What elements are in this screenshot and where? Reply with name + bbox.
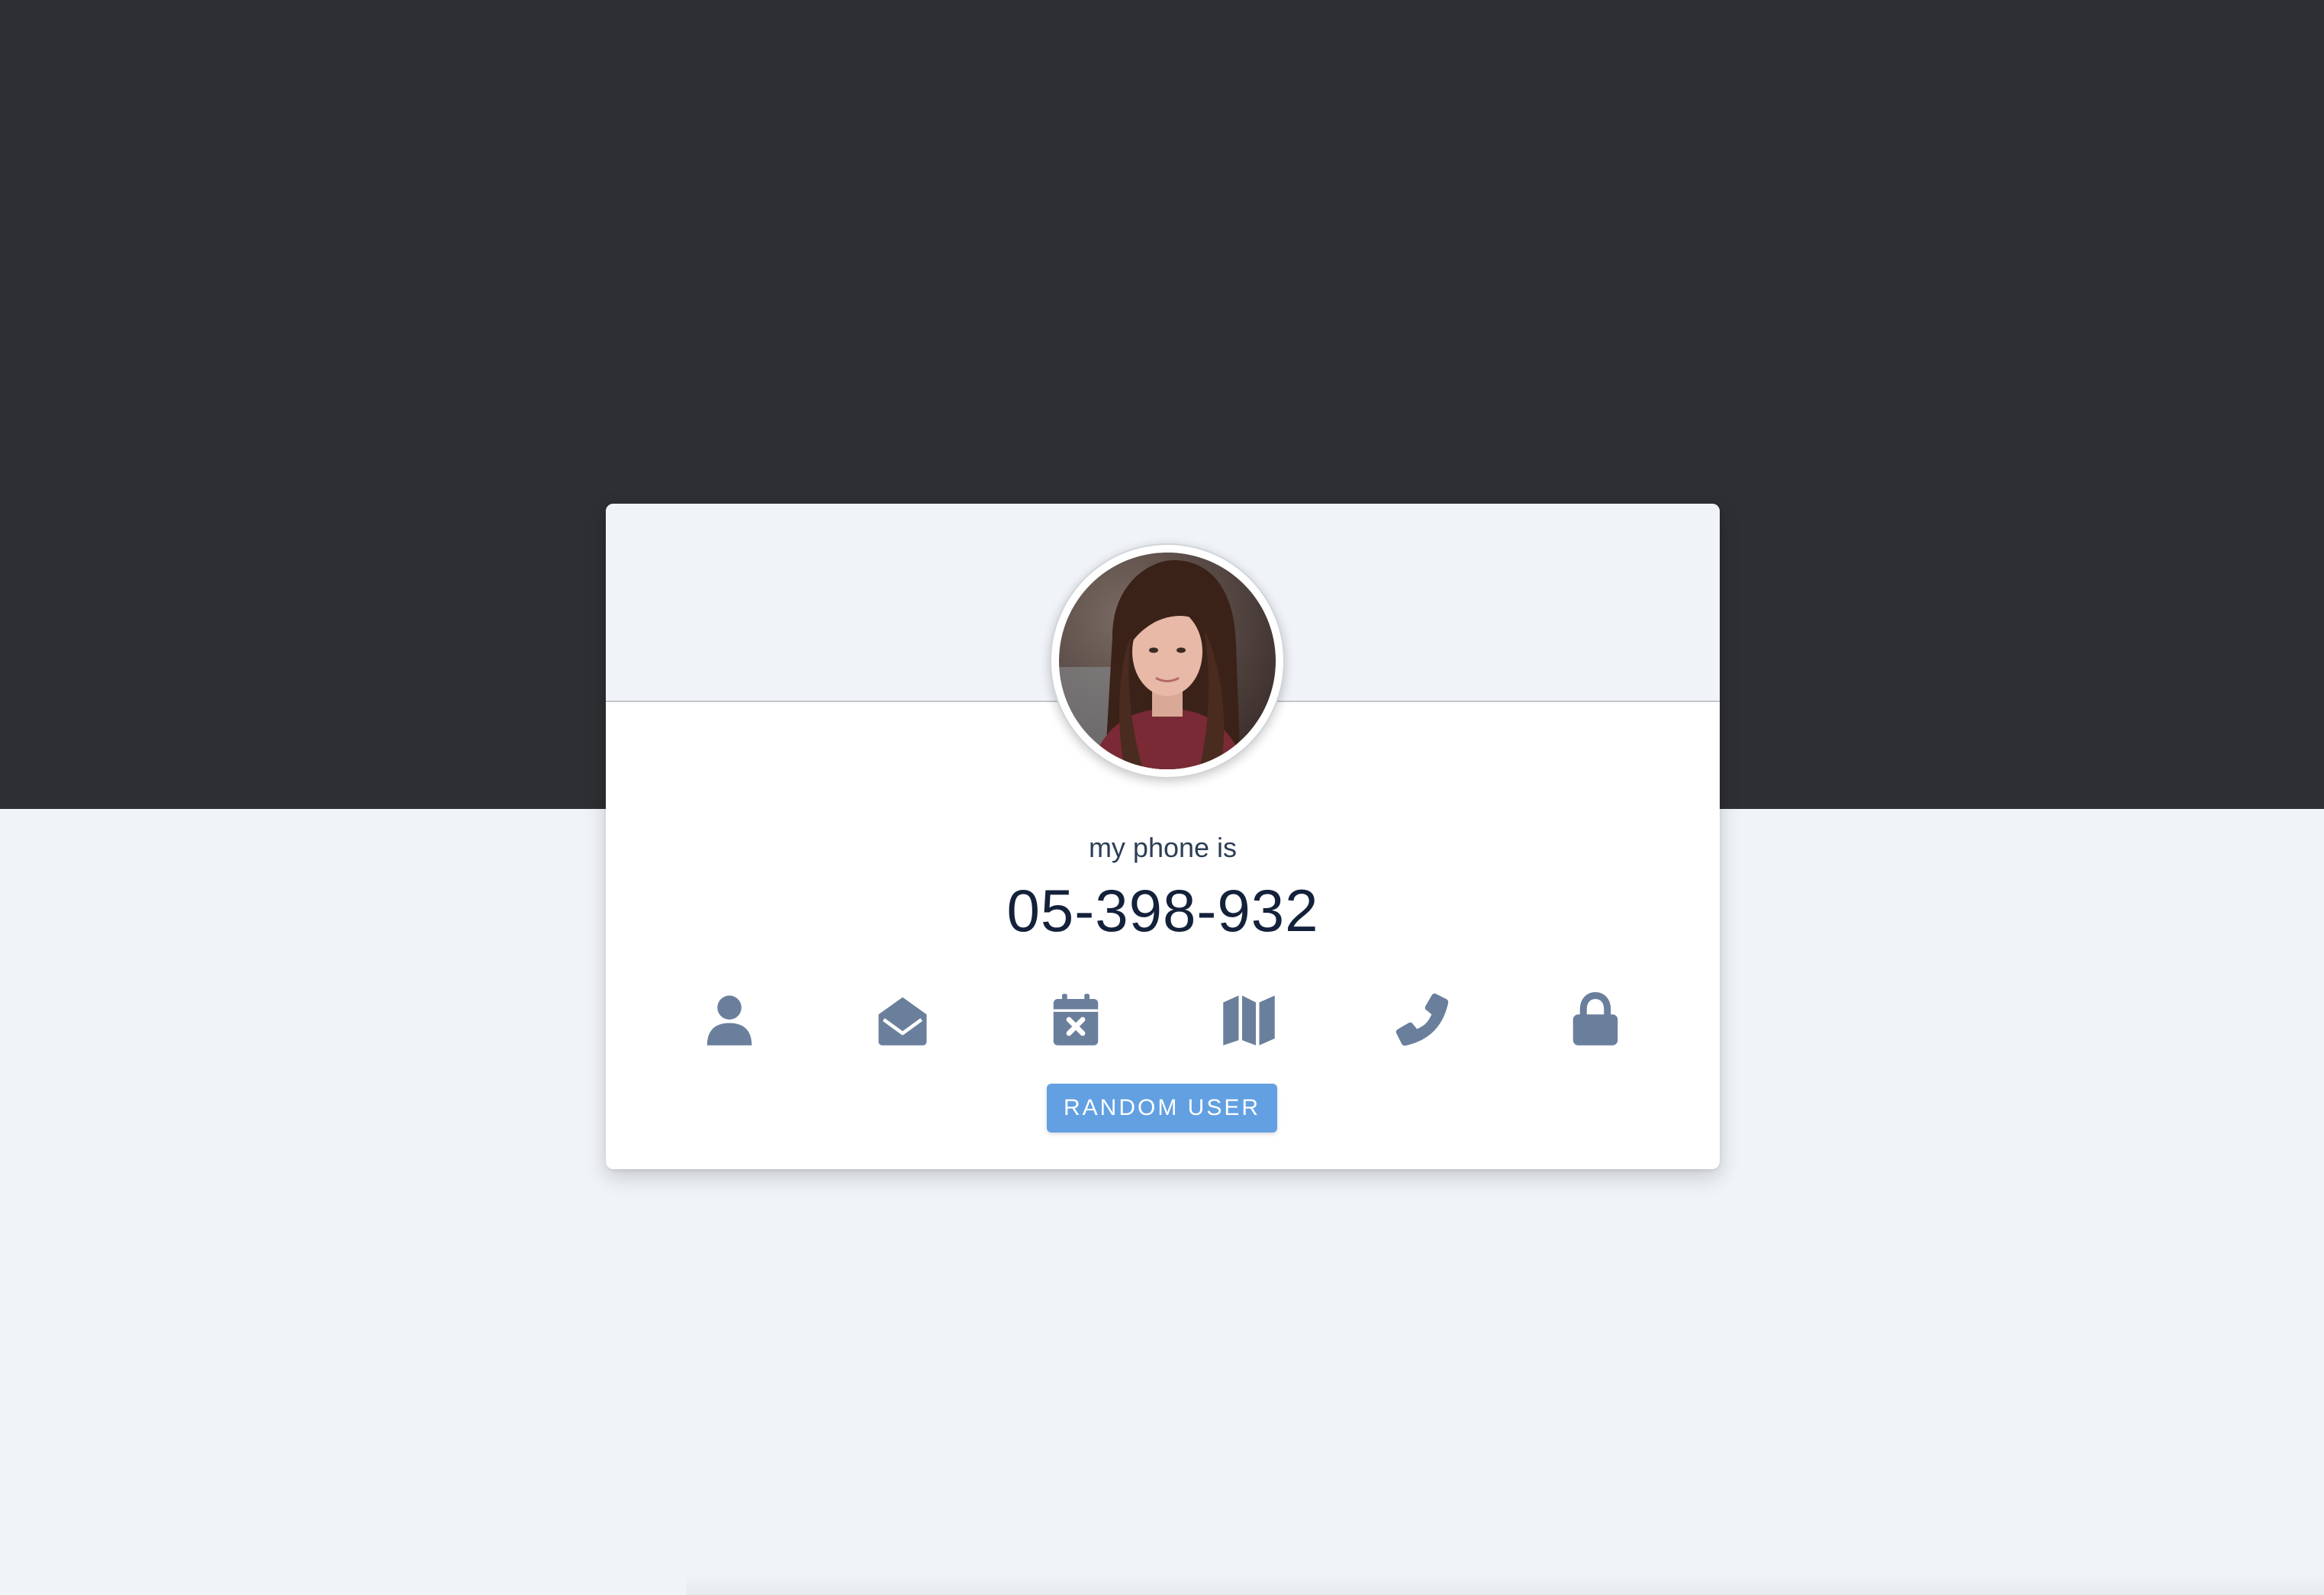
avatar-photo	[1059, 553, 1276, 769]
random-user-button[interactable]: RANDOM USER	[1047, 1084, 1277, 1133]
calendar-x-icon[interactable]	[1039, 983, 1112, 1056]
lock-icon[interactable]	[1559, 983, 1632, 1056]
page-bottom-shadow	[687, 1572, 2324, 1595]
info-icon-row	[606, 983, 1720, 1056]
user-card: my phone is 05-398-932 RANDOM USER	[606, 504, 1720, 1169]
avatar	[1050, 543, 1285, 778]
map-icon[interactable]	[1212, 983, 1286, 1056]
field-label: my phone is	[1088, 832, 1238, 863]
field-value: 05-398-932	[1006, 877, 1319, 944]
phone-icon[interactable]	[1386, 983, 1459, 1056]
user-icon[interactable]	[693, 983, 766, 1056]
envelope-open-icon[interactable]	[866, 983, 939, 1056]
